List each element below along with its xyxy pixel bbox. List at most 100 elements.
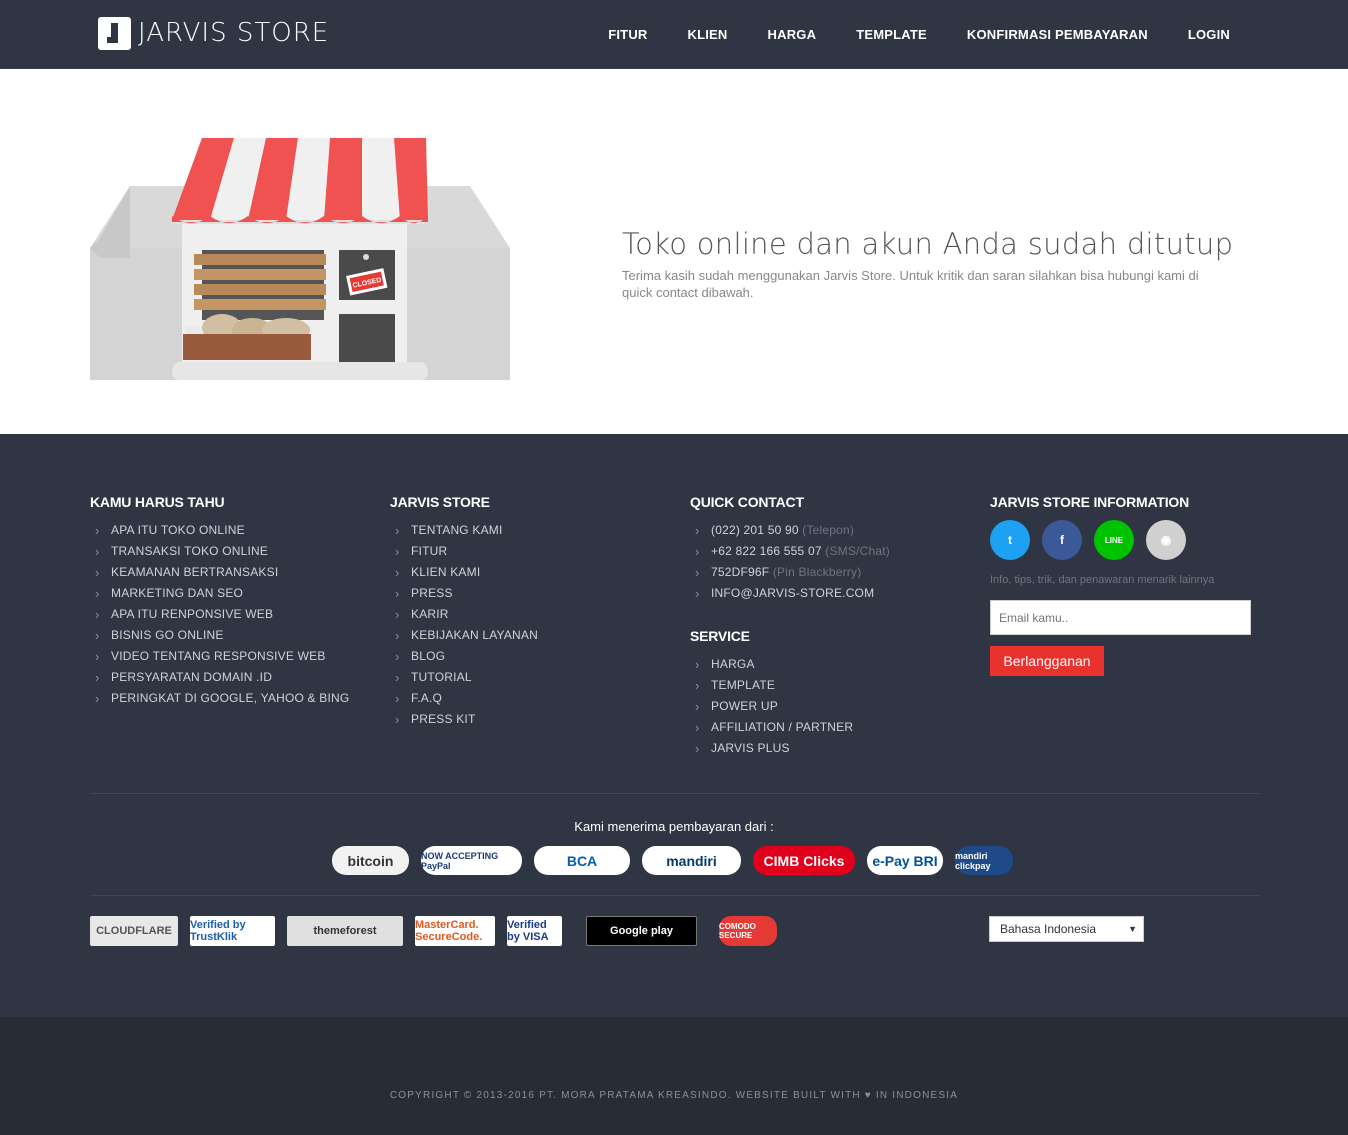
footer-col-title: JARVIS STORE — [390, 494, 490, 510]
footer-link[interactable]: BISNIS GO ONLINE — [90, 625, 349, 646]
link-label: HARGA — [711, 657, 755, 671]
nav-harga[interactable]: HARGA — [768, 27, 817, 42]
brand-logo[interactable]: JARVIS STORE — [98, 16, 329, 50]
rss-icon[interactable]: ◉ — [1146, 520, 1186, 560]
link-label: 752DF96F — [711, 565, 770, 579]
page-description: Terima kasih sudah menggunakan Jarvis St… — [622, 268, 1199, 300]
payment-paypal: NOW ACCEPTING PayPal — [421, 846, 522, 875]
copyright-bar: COPYRIGHT © 2013-2016 PT. MORA PRATAMA K… — [0, 1017, 1348, 1135]
facebook-icon[interactable]: f — [1042, 520, 1082, 560]
link-label: F.A.Q — [411, 691, 443, 705]
link-label: PRESS KIT — [411, 712, 476, 726]
nav-fitur[interactable]: FITUR — [608, 27, 647, 42]
footer: KAMU HARUS TAHU APA ITU TOKO ONLINE TRANS… — [0, 434, 1348, 1017]
footer-col-info: JARVIS STORE INFORMATION t f LINE ◉ Info, t… — [990, 494, 1348, 676]
contact-item[interactable]: (022) 201 50 90 (Telepon) — [690, 520, 890, 541]
link-label: APA ITU RENPONSIVE WEB — [111, 607, 274, 621]
newsletter-email-input[interactable] — [990, 600, 1251, 635]
footer-link[interactable]: FITUR — [390, 541, 538, 562]
badge-google-play: Google play — [586, 916, 697, 946]
footer-link[interactable]: MARKETING DAN SEO — [90, 583, 349, 604]
payment-logos: bitcoin NOW ACCEPTING PayPal BCA mandiri CIM… — [332, 846, 1025, 875]
footer-col-quick-contact: QUICK CONTACT (022) 201 50 90 (Telepon)+… — [690, 494, 890, 759]
footer-col-title: SERVICE — [690, 628, 750, 644]
footer-col-jarvis-store: JARVIS STORE TENTANG KAMI FITUR KLIEN KAMI… — [390, 494, 538, 730]
copyright-text: COPYRIGHT © 2013-2016 PT. MORA PRATAMA K… — [389, 1090, 959, 1101]
footer-col-title: QUICK CONTACT — [690, 494, 804, 510]
footer-col-kamu-harus-tahu: KAMU HARUS TAHU APA ITU TOKO ONLINE TRANS… — [90, 494, 349, 709]
trust-badges: CLOUDFLARE Verified by TrustKlik themefore… — [90, 916, 789, 946]
link-label: (022) 201 50 90 — [711, 523, 799, 537]
footer-link[interactable]: APA ITU TOKO ONLINE — [90, 520, 349, 541]
link-label: KLIEN KAMI — [411, 565, 481, 579]
main-nav: FITUR KLIEN HARGA TEMPLATE KONFIRMASI PE… — [568, 0, 1230, 69]
footer-link[interactable]: TENTANG KAMI — [390, 520, 538, 541]
payment-bitcoin: bitcoin — [332, 846, 409, 875]
line-icon[interactable]: LINE — [1094, 520, 1134, 560]
link-label: BLOG — [411, 649, 446, 663]
link-label: MARKETING DAN SEO — [111, 586, 244, 600]
link-label: BISNIS GO ONLINE — [111, 628, 224, 642]
footer-col-title: JARVIS STORE INFORMATION — [990, 494, 1189, 510]
twitter-icon[interactable]: t — [990, 520, 1030, 560]
footer-link[interactable]: TUTORIAL — [390, 667, 538, 688]
payment-epay-bri: e-Pay BRI — [867, 846, 943, 875]
link-label: POWER UP — [711, 699, 778, 713]
footer-link[interactable]: KEBIJAKAN LAYANAN — [390, 625, 538, 646]
footer-link[interactable]: KEAMANAN BERTRANSAKSI — [90, 562, 349, 583]
badge-themeforest: themeforest — [287, 916, 403, 946]
contact-item[interactable]: INFO@JARVIS-STORE.COM — [690, 583, 890, 604]
payment-bca: BCA — [534, 846, 630, 875]
footer-link[interactable]: PERINGKAT DI GOOGLE, YAHOO & BING — [90, 688, 349, 709]
footer-col-title: KAMU HARUS TAHU — [90, 494, 225, 510]
brand-name: JARVIS STORE — [138, 18, 330, 48]
link-label: TUTORIAL — [411, 670, 472, 684]
link-label: TEMPLATE — [711, 678, 776, 692]
footer-link-list: TENTANG KAMI FITUR KLIEN KAMI PRESS KARIR KEB… — [390, 520, 538, 730]
hero-section: CLOSED Toko online dan akun Anda sudah d… — [0, 69, 1348, 434]
contact-item[interactable]: +62 822 166 555 07 (SMS/Chat) — [690, 541, 890, 562]
contact-note: (Telepon) — [798, 523, 855, 537]
link-label: KEAMANAN BERTRANSAKSI — [111, 565, 279, 579]
service-link[interactable]: POWER UP — [690, 696, 890, 717]
footer-link[interactable]: TRANSAKSI TOKO ONLINE — [90, 541, 349, 562]
nav-konfirmasi-pembayaran[interactable]: KONFIRMASI PEMBAYARAN — [967, 27, 1148, 42]
chevron-down-icon: ▼ — [1128, 924, 1137, 934]
contact-item[interactable]: 752DF96F (Pin Blackberry) — [690, 562, 890, 583]
link-label: AFFILIATION / PARTNER — [711, 720, 854, 734]
footer-link[interactable]: F.A.Q — [390, 688, 538, 709]
newsletter-note: Info, tips, trik, dan penawaran menarik … — [990, 574, 1215, 586]
badge-visa: Verified by VISA — [507, 916, 562, 946]
footer-divider — [90, 793, 1260, 794]
link-label: FITUR — [411, 544, 448, 558]
footer-link[interactable]: KARIR — [390, 604, 538, 625]
nav-klien[interactable]: KLIEN — [688, 27, 728, 42]
link-label: KEBIJAKAN LAYANAN — [411, 628, 538, 642]
footer-link[interactable]: PRESS — [390, 583, 538, 604]
social-links: t f LINE ◉ — [990, 520, 1348, 560]
service-link[interactable]: AFFILIATION / PARTNER — [690, 717, 890, 738]
logo-icon — [98, 16, 131, 50]
top-navbar: JARVIS STORE FITUR KLIEN HARGA TEMPLATE … — [0, 0, 1348, 69]
language-select[interactable]: Bahasa Indonesia ▼ — [989, 916, 1144, 942]
footer-link[interactable]: BLOG — [390, 646, 538, 667]
payment-title: Kami menerima pembayaran dari : — [574, 819, 774, 834]
footer-link[interactable]: PRESS KIT — [390, 709, 538, 730]
subscribe-button[interactable]: Berlangganan — [990, 646, 1104, 676]
service-link[interactable]: HARGA — [690, 654, 890, 675]
link-label: APA ITU TOKO ONLINE — [111, 523, 245, 537]
footer-link[interactable]: APA ITU RENPONSIVE WEB — [90, 604, 349, 625]
service-link[interactable]: TEMPLATE — [690, 675, 890, 696]
payment-mandiri: mandiri — [642, 846, 741, 875]
nav-login[interactable]: LOGIN — [1188, 27, 1230, 42]
footer-link[interactable]: PERSYARATAN DOMAIN .ID — [90, 667, 349, 688]
link-label: PERSYARATAN DOMAIN .ID — [111, 670, 273, 684]
link-label: INFO@JARVIS-STORE.COM — [711, 586, 875, 600]
contact-list: (022) 201 50 90 (Telepon)+62 822 166 555… — [690, 520, 890, 604]
service-link[interactable]: JARVIS PLUS — [690, 738, 890, 759]
footer-link[interactable]: VIDEO TENTANG RESPONSIVE WEB — [90, 646, 349, 667]
footer-divider — [90, 895, 1260, 896]
footer-link[interactable]: KLIEN KAMI — [390, 562, 538, 583]
nav-template[interactable]: TEMPLATE — [856, 27, 927, 42]
link-label: VIDEO TENTANG RESPONSIVE WEB — [111, 649, 326, 663]
